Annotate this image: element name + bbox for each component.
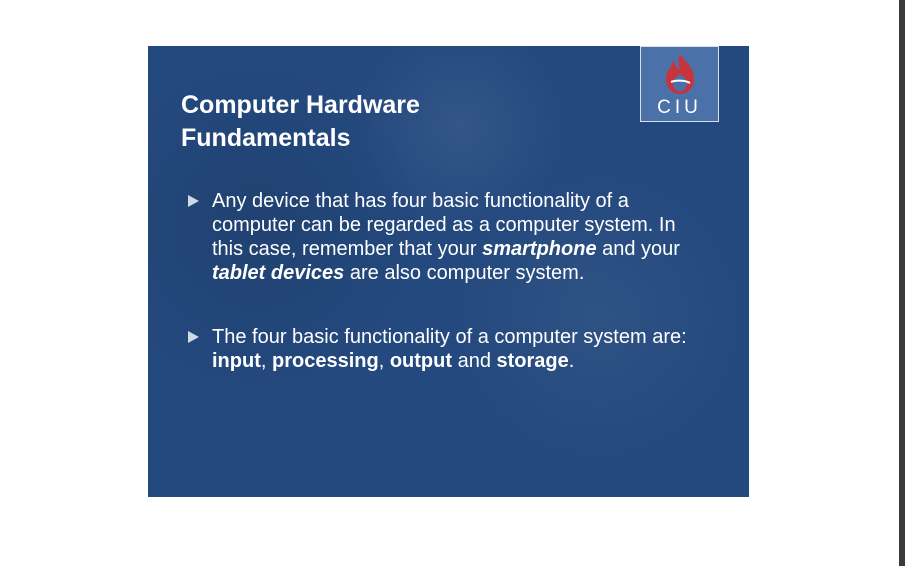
presentation-slide: CIU Computer Hardware Fundamentals Any d… [148, 46, 749, 497]
bullet-item-2: The four basic functionality of a comput… [188, 325, 708, 373]
bullet-emphasis: smartphone [482, 238, 597, 260]
bullet-arrow-icon [188, 331, 199, 343]
slide-title: Computer Hardware Fundamentals [181, 91, 420, 152]
bullet-text: and [452, 350, 497, 372]
bullet-text: , [378, 350, 390, 372]
bullet-list: Any device that has four basic functiona… [188, 189, 708, 373]
bullet-text: The four basic functionality of a comput… [212, 326, 687, 348]
bullet-emphasis: storage [496, 350, 569, 372]
bullet-emphasis: input [212, 350, 261, 372]
logo-text: CIU [657, 97, 702, 118]
flame-icon [666, 54, 694, 94]
bullet-text: . [568, 350, 575, 372]
window-edge-bar [899, 0, 905, 566]
bullet-emphasis: output [389, 350, 453, 372]
bullet-emphasis: processing [272, 350, 379, 372]
bullet-text: , [260, 350, 272, 372]
bullet-item-1: Any device that has four basic functiona… [188, 189, 708, 285]
bullet-text: and your [596, 238, 680, 260]
ciu-logo: CIU [640, 46, 719, 122]
bullet-text: are also computer system. [344, 262, 585, 284]
bullet-emphasis: tablet devices [212, 262, 345, 284]
bullet-arrow-icon [188, 195, 199, 207]
